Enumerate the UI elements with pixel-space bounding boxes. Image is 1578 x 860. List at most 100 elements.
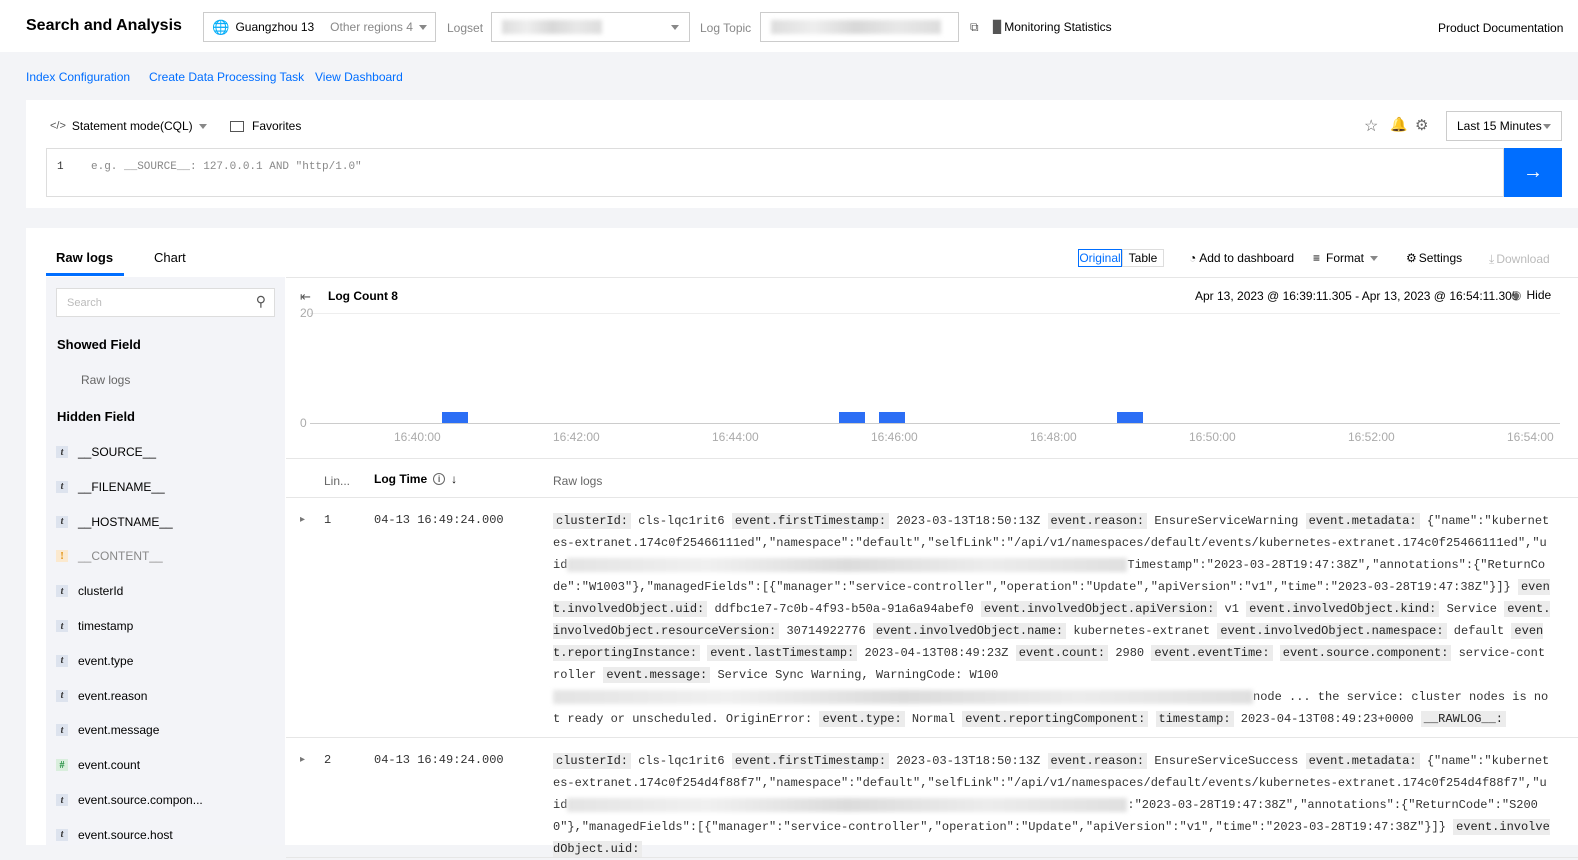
sidebar-field-item[interactable]: ! __CONTENT__ [56, 549, 163, 563]
gear-icon[interactable]: ⚙ [1415, 116, 1428, 134]
log-field-value: ddfbc1e7-7c0b-4f93-b50a-91a6a94abef0 [714, 602, 974, 616]
log-field-key[interactable]: event.source.component: [1279, 645, 1452, 661]
log-topic-select[interactable] [760, 12, 959, 42]
sidebar-field-item[interactable]: t __HOSTNAME__ [56, 515, 173, 529]
warning-type-icon: ! [56, 550, 68, 563]
log-field-key[interactable]: event.involvedObject.namespace: [1217, 623, 1447, 639]
search-icon: ⚲ [255, 293, 266, 309]
expand-row-icon[interactable]: ▸ [300, 514, 305, 525]
log-field-key[interactable]: event.metadata: [1305, 753, 1420, 769]
chevron-down-icon [671, 24, 679, 30]
x-tick-label: 16:46:00 [871, 430, 918, 444]
sidebar-field-item[interactable]: t clusterId [56, 584, 123, 598]
hide-histogram-button[interactable]: ◉ Hide [1511, 288, 1551, 302]
view-dashboard-link[interactable]: View Dashboard [315, 70, 403, 84]
text-type-icon: t [56, 585, 68, 598]
sidebar-field-item[interactable]: t event.source.host [56, 828, 173, 842]
field-name: __CONTENT__ [78, 549, 163, 564]
log-field-key[interactable]: event.involvedObject.apiVersion: [980, 601, 1218, 617]
gridline [310, 313, 1560, 314]
text-type-icon: t [56, 794, 68, 806]
histogram-bar[interactable] [878, 412, 905, 423]
log-field-key[interactable]: clusterId: [553, 513, 632, 529]
log-field-key[interactable]: event.reason: [1047, 513, 1148, 529]
page-title: Search and Analysis [26, 17, 182, 34]
log-field-key[interactable]: event.count: [1015, 645, 1109, 661]
bell-icon[interactable]: 🔔 [1390, 116, 1407, 133]
divider [286, 458, 1578, 459]
showed-field-item[interactable]: Raw logs [81, 373, 130, 387]
sidebar-field-item[interactable]: t event.type [56, 654, 133, 668]
sidebar-field-item[interactable]: # event.count [56, 758, 140, 772]
log-field-key[interactable]: clusterId: [553, 753, 632, 769]
expand-row-icon[interactable]: ▸ [300, 754, 305, 765]
log-field-key[interactable]: event.involvedObject.name: [872, 623, 1067, 639]
log-field-key[interactable]: event.message: [603, 667, 711, 683]
format-select[interactable]: ≡ Format [1313, 251, 1379, 265]
region-select[interactable]: 🌐 Guangzhou 13 Other regions 4 [203, 12, 436, 42]
sidebar-field-item[interactable]: t event.reason [56, 689, 147, 703]
query-editor[interactable]: 1 e.g. __SOURCE__: 127.0.0.1 AND "http/1… [46, 148, 1504, 197]
log-field-value: 2023-04-13T08:49:23+0000 [1240, 712, 1414, 726]
line-number: 1 [324, 513, 332, 527]
product-documentation-link[interactable]: Product Documentation [1438, 21, 1563, 35]
create-data-processing-task-link[interactable]: Create Data Processing Task [149, 70, 304, 84]
histogram-bar[interactable] [839, 412, 865, 423]
sidebar-field-item[interactable]: t __SOURCE__ [56, 445, 156, 459]
redacted-content [553, 689, 1253, 704]
log-field-value: 2023-03-13T18:50:13Z [896, 514, 1041, 528]
settings-button[interactable]: ⚙ Settings [1406, 251, 1462, 265]
favorites-button[interactable]: Favorites [230, 119, 301, 133]
statement-mode-select[interactable]: </> Statement mode(CQL) [50, 119, 207, 133]
index-configuration-link[interactable]: Index Configuration [26, 70, 130, 84]
sidebar-field-item[interactable]: t event.source.compon... [56, 793, 203, 807]
field-name: __SOURCE__ [78, 445, 157, 459]
log-field-key[interactable]: event.involvedObject.kind: [1246, 601, 1440, 617]
search-submit-button[interactable]: → [1504, 148, 1562, 197]
sort-descending-icon: ↓ [451, 472, 458, 486]
text-type-icon: t [56, 620, 68, 632]
text-type-icon: t [56, 724, 68, 737]
column-header-log-time[interactable]: Log Time i ↓ [374, 472, 457, 486]
field-name: event.source.host [78, 827, 173, 842]
field-search-input[interactable]: Search ⚲ [56, 288, 275, 317]
log-field-key[interactable]: event.metadata: [1305, 513, 1420, 529]
tab-raw-logs[interactable]: Raw logs [56, 250, 113, 265]
sidebar-field-item[interactable]: t timestamp [56, 619, 133, 633]
star-icon[interactable]: ☆ [1364, 116, 1378, 136]
raw-log-content: clusterId: cls-lqc1rit6 event.firstTimes… [553, 510, 1551, 730]
log-field-key[interactable]: event.type: [819, 711, 905, 727]
field-name: __HOSTNAME__ [78, 514, 173, 529]
copy-icon[interactable]: ⧉ [970, 20, 979, 35]
field-name: event.reason [78, 688, 148, 703]
log-field-key[interactable]: event.reportingComponent: [962, 711, 1149, 727]
log-field-key[interactable]: event.firstTimestamp: [731, 513, 890, 529]
histogram-bar[interactable] [441, 412, 468, 423]
add-to-dashboard-button[interactable]: ◔ Add to dashboard [1189, 251, 1294, 265]
sidebar-field-item[interactable]: t __FILENAME__ [56, 480, 165, 494]
log-field-value: v1 [1224, 602, 1239, 616]
chevron-down-icon [198, 123, 207, 129]
chevron-down-icon [1370, 255, 1379, 261]
original-view-toggle[interactable]: Original [1078, 249, 1122, 267]
logset-select[interactable] [491, 12, 690, 42]
log-field-key[interactable]: event.eventTime: [1151, 645, 1273, 661]
download-button[interactable]: ⤓ Download [1489, 252, 1550, 267]
log-field-key[interactable]: event.lastTimestamp: [707, 645, 858, 661]
histogram-bar[interactable] [1117, 412, 1144, 423]
sidebar-field-item[interactable]: t event.message [56, 723, 159, 737]
collapse-icon[interactable]: ⇤ [300, 289, 311, 305]
log-field-key[interactable]: __RAWLOG__: [1420, 711, 1506, 727]
field-name: event.source.compon... [78, 793, 203, 807]
log-field-key[interactable]: event.reason: [1047, 753, 1148, 769]
field-name: event.message [78, 723, 160, 738]
number-type-icon: # [56, 759, 68, 772]
column-header-line[interactable]: Lin... [324, 474, 350, 488]
x-tick-label: 16:48:00 [1030, 430, 1077, 444]
log-field-key[interactable]: timestamp: [1155, 711, 1234, 727]
time-range-select[interactable]: Last 15 Minutes [1446, 111, 1562, 141]
log-field-key[interactable]: event.firstTimestamp: [731, 753, 890, 769]
table-view-toggle[interactable]: Table [1122, 249, 1164, 267]
monitoring-statistics-link[interactable]: ▉ Monitoring Statistics [993, 20, 1112, 34]
tab-chart[interactable]: Chart [154, 250, 186, 265]
